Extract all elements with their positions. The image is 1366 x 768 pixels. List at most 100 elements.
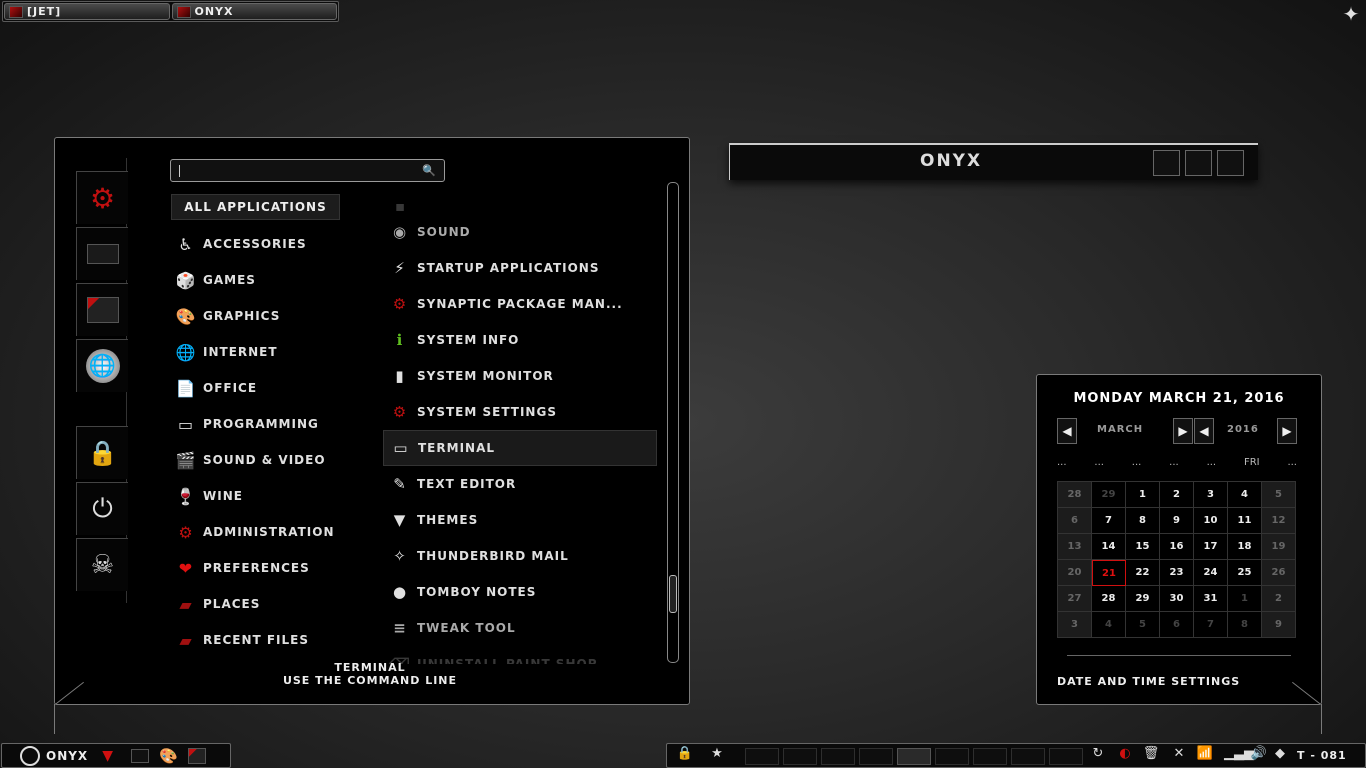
calendar-day[interactable]: 23 [1160, 560, 1194, 586]
calendar-day[interactable]: 9 [1262, 612, 1296, 638]
calendar-day[interactable]: 6 [1058, 508, 1092, 534]
favorite-lock[interactable]: 🔒 [76, 426, 128, 479]
favorite-logout[interactable]: ⏻ [76, 482, 128, 535]
padlock-icon[interactable]: 🔒 [676, 746, 694, 761]
trash-icon[interactable]: 🗑 [1142, 746, 1160, 761]
calendar-day[interactable]: 15 [1126, 534, 1160, 560]
minimize-button[interactable] [1153, 150, 1180, 176]
category-item[interactable]: ▭ PROGRAMMING [175, 406, 334, 442]
application-item[interactable]: ⚙ SYSTEM SETTINGS [383, 394, 657, 430]
calendar-day[interactable]: 2 [1160, 482, 1194, 508]
calendar-day[interactable]: 13 [1058, 534, 1092, 560]
vivaldi-icon[interactable]: ▼ [102, 748, 113, 764]
calendar-day[interactable]: 17 [1194, 534, 1228, 560]
calendar-day[interactable]: 8 [1228, 612, 1262, 638]
clock-label[interactable]: T - 081 [1297, 749, 1347, 762]
category-item[interactable]: ❤ PREFERENCES [175, 550, 334, 586]
category-item[interactable]: ▰ PLACES [175, 586, 334, 622]
favorite-shutdown[interactable]: ☠ [76, 538, 128, 591]
favorite-browser[interactable]: 🌐 [76, 339, 128, 392]
calendar-day[interactable]: 6 [1160, 612, 1194, 638]
application-item[interactable]: ≡ TWEAK TOOL [383, 610, 657, 646]
maximize-button[interactable] [1185, 150, 1212, 176]
calendar-day[interactable]: 28 [1092, 586, 1126, 612]
menu-button-label[interactable]: ONYX [46, 749, 88, 763]
calendar-day[interactable]: 29 [1092, 482, 1126, 508]
workspace-6[interactable] [935, 748, 969, 765]
category-item[interactable]: 🍷 WINE [175, 478, 334, 514]
window-tab-onyx[interactable]: ONYX [171, 3, 337, 20]
calendar-day[interactable]: 1 [1126, 482, 1160, 508]
application-item[interactable]: ▼ THEMES [383, 502, 657, 538]
category-item[interactable]: ♿ ACCESSORIES [175, 226, 334, 262]
date-time-settings-link[interactable]: DATE AND TIME SETTINGS [1057, 675, 1240, 688]
application-item[interactable]: ⚙ SYNAPTIC PACKAGE MAN... [383, 286, 657, 322]
user-avatar-icon[interactable]: ◆ [1271, 746, 1289, 761]
calendar-day[interactable]: 10 [1194, 508, 1228, 534]
application-item[interactable]: ✧ THUNDERBIRD MAIL [383, 538, 657, 574]
calendar-day[interactable]: 22 [1126, 560, 1160, 586]
close-button[interactable] [1217, 150, 1244, 176]
calendar-day[interactable]: 8 [1126, 508, 1160, 534]
calendar-day[interactable]: 24 [1194, 560, 1228, 586]
category-item[interactable]: 🎬 SOUND & VIDEO [175, 442, 334, 478]
close-icon[interactable]: ✕ [1170, 746, 1188, 761]
next-year-button[interactable]: ▶ [1277, 418, 1297, 444]
calendar-day[interactable]: 18 [1228, 534, 1262, 560]
application-item[interactable]: ✎ TEXT EDITOR [383, 466, 657, 502]
calendar-day[interactable]: 12 [1262, 508, 1296, 534]
category-item[interactable]: 📄 OFFICE [175, 370, 334, 406]
calendar-day[interactable]: 3 [1058, 612, 1092, 638]
update-icon[interactable]: ◐ [1116, 746, 1134, 761]
search-input[interactable]: 🔍 [170, 159, 445, 182]
calendar-day[interactable]: 1 [1228, 586, 1262, 612]
calendar-day[interactable]: 7 [1194, 612, 1228, 638]
workspace-7[interactable] [973, 748, 1007, 765]
palette-icon[interactable]: 🎨 [159, 747, 178, 765]
application-item[interactable]: ⚡ STARTUP APPLICATIONS [383, 250, 657, 286]
calendar-day[interactable]: 5 [1262, 482, 1296, 508]
workspace-1[interactable] [745, 748, 779, 765]
scrollbar-thumb[interactable] [669, 575, 677, 613]
calendar-day[interactable]: 4 [1092, 612, 1126, 638]
workspace-9[interactable] [1049, 748, 1083, 765]
favorite-files[interactable] [76, 283, 128, 336]
workspace-5[interactable] [897, 748, 931, 765]
calendar-day[interactable]: 14 [1092, 534, 1126, 560]
previous-year-button[interactable]: ◀ [1194, 418, 1214, 444]
calendar-day[interactable]: 3 [1194, 482, 1228, 508]
application-item[interactable]: ◉ SOUND [383, 214, 657, 250]
calendar-day[interactable]: 26 [1262, 560, 1296, 586]
search-icon[interactable]: 🔍 [422, 164, 436, 177]
folder-icon[interactable] [187, 747, 206, 764]
category-item[interactable]: 🌐 INTERNET [175, 334, 334, 370]
calendar-day[interactable]: 21 [1092, 560, 1126, 586]
workspace-8[interactable] [1011, 748, 1045, 765]
workspace-4[interactable] [859, 748, 893, 765]
calendar-day[interactable]: 19 [1262, 534, 1296, 560]
app-list-scrollbar[interactable] [667, 182, 679, 663]
calendar-day[interactable]: 7 [1092, 508, 1126, 534]
favorite-terminal[interactable] [76, 227, 128, 280]
application-item[interactable]: ● TOMBOY NOTES [383, 574, 657, 610]
calendar-day[interactable]: 11 [1228, 508, 1262, 534]
category-item[interactable]: 🎨 GRAPHICS [175, 298, 334, 334]
refresh-icon[interactable]: ↻ [1089, 746, 1107, 761]
calendar-day[interactable]: 4 [1228, 482, 1262, 508]
calendar-day[interactable]: 5 [1126, 612, 1160, 638]
menu-circle-icon[interactable] [20, 745, 40, 766]
category-item[interactable]: ⚙ ADMINISTRATION [175, 514, 334, 550]
calendar-day[interactable]: 16 [1160, 534, 1194, 560]
category-item[interactable]: 🎲 GAMES [175, 262, 334, 298]
terminal-launcher-icon[interactable] [130, 748, 149, 763]
workspace-2[interactable] [783, 748, 817, 765]
application-item[interactable]: ▭ TERMINAL [383, 430, 657, 466]
volume-icon[interactable]: 🔊 [1250, 746, 1268, 761]
calendar-day[interactable]: 31 [1194, 586, 1228, 612]
calendar-day[interactable]: 9 [1160, 508, 1194, 534]
window-tab-jet[interactable]: [JET] [4, 3, 170, 20]
all-applications-button[interactable]: ALL APPLICATIONS [171, 194, 340, 220]
application-item[interactable]: ℹ SYSTEM INFO [383, 322, 657, 358]
favorite-settings[interactable]: ⚙ [76, 171, 128, 224]
calendar-day[interactable]: 25 [1228, 560, 1262, 586]
